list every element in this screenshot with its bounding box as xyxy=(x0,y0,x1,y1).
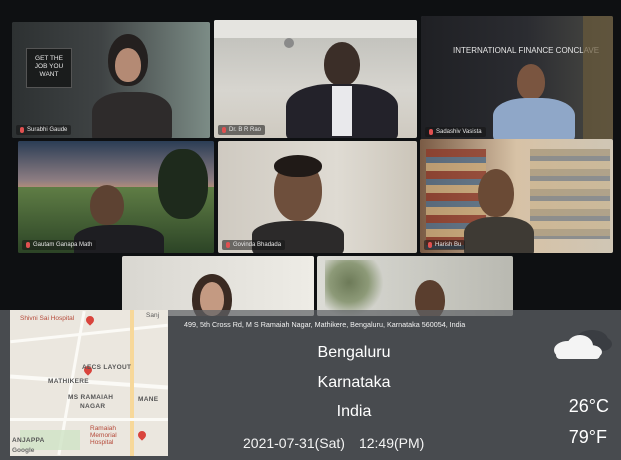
name-tag: Gautam Ganapa Math xyxy=(22,240,97,250)
map-label: Ramaiah Memorial Hospital xyxy=(90,425,117,446)
event-banner: INTERNATIONAL FINANCE CONCLAVE xyxy=(453,46,600,55)
city-text: Bengaluru xyxy=(317,344,391,361)
hospital-pin-icon xyxy=(84,314,96,326)
date-text: 2021-07-31(Sat) xyxy=(243,435,345,451)
participant-tile-4[interactable]: Gautam Ganapa Math xyxy=(18,141,214,253)
participant-name: Dr. B R Rao xyxy=(229,127,262,133)
name-tag: Sadashiv Vasista xyxy=(425,127,486,137)
temperature-celsius: 26°C xyxy=(568,396,609,416)
map-label: AECS LAYOUT xyxy=(82,364,132,371)
temperature-fahrenheit: 79°F xyxy=(568,427,607,447)
map-label: ANJAPPA xyxy=(12,437,45,444)
country-text: India xyxy=(336,403,372,420)
clock-icon xyxy=(284,38,294,48)
muted-mic-icon xyxy=(226,242,230,248)
map-label: Sanj xyxy=(146,312,160,319)
participant-name: Govinda Bhadada xyxy=(233,242,282,248)
address-text: 499, 5th Cross Rd, M S Ramaiah Nagar, Ma… xyxy=(184,320,466,329)
muted-mic-icon xyxy=(222,127,226,133)
participant-tile-5[interactable]: Govinda Bhadada xyxy=(218,141,417,253)
participant-tile-8[interactable] xyxy=(317,256,513,316)
participant-tile-2[interactable]: Dr. B R Rao xyxy=(214,20,417,138)
name-tag: Surabhi Gaude xyxy=(16,125,72,135)
bookshelf xyxy=(530,149,610,239)
participant-tile-6[interactable]: Harish Bu xyxy=(420,139,613,253)
cloudy-icon xyxy=(554,330,612,359)
participant-name: Surabhi Gaude xyxy=(27,127,68,133)
participant-tile-1[interactable]: GET THE JOB YOU WANT Surabhi Gaude xyxy=(12,22,210,138)
participant-name: Gautam Ganapa Math xyxy=(33,242,93,248)
map-label: MATHIKERE xyxy=(48,378,89,385)
tree xyxy=(158,149,208,219)
map-label: NAGAR xyxy=(80,403,106,410)
muted-mic-icon xyxy=(26,242,30,248)
name-tag: Harish Bu xyxy=(424,240,466,250)
location-map: Shivni Sai Hospital Sanj AECS LAYOUT MAT… xyxy=(10,310,168,456)
participant-tile-7[interactable] xyxy=(122,256,314,316)
time-text: 12:49(PM) xyxy=(358,435,425,451)
name-tag: Dr. B R Rao xyxy=(218,125,266,135)
map-label: MS RAMAIAH xyxy=(68,394,114,401)
name-tag: Govinda Bhadada xyxy=(222,240,286,250)
google-logo: Google xyxy=(12,447,35,454)
map-label: Shivni Sai Hospital xyxy=(20,315,75,322)
muted-mic-icon xyxy=(20,127,24,133)
state-text: Karnataka xyxy=(317,374,391,391)
wall-poster: GET THE JOB YOU WANT xyxy=(26,48,72,88)
participant-name: Harish Bu xyxy=(435,242,462,248)
poster-text: GET THE JOB YOU WANT xyxy=(34,55,64,78)
muted-mic-icon xyxy=(429,129,433,135)
map-label: MANE xyxy=(138,396,159,403)
participant-name: Sadashiv Vasista xyxy=(436,129,482,135)
muted-mic-icon xyxy=(428,242,432,248)
datetime: 2021-07-31(Sat) 12:49(PM) xyxy=(243,435,424,451)
plant xyxy=(325,260,385,316)
participant-tile-3[interactable]: INTERNATIONAL FINANCE CONCLAVE Sadashiv … xyxy=(421,16,613,140)
